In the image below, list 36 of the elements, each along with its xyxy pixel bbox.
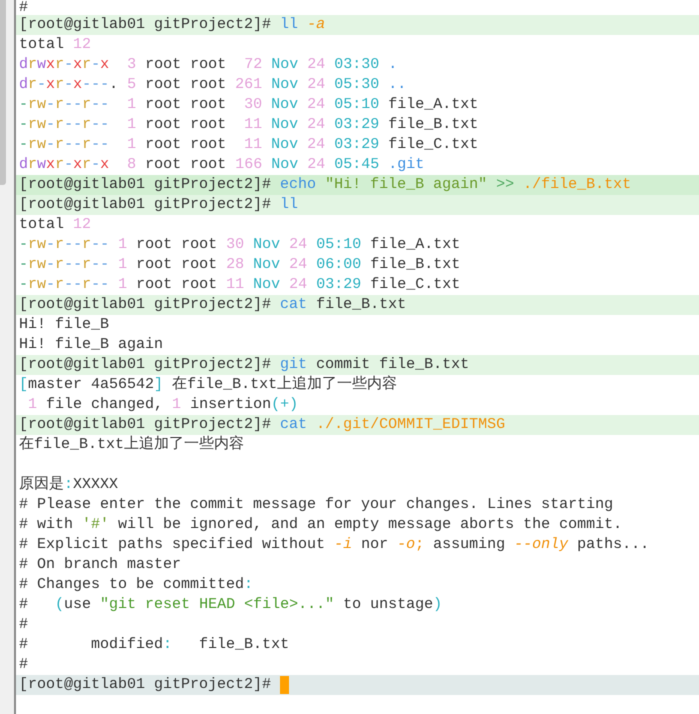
terminal-output: # Please enter the commit message for your changes. Lines starting xyxy=(19,495,614,515)
terminal-output: # xyxy=(19,615,28,635)
scrollbar-thumb[interactable] xyxy=(0,0,6,185)
terminal-output: drwxr-xr-x 8 root root 166 Nov 24 05:45 .git xyxy=(19,155,424,175)
terminal-output: # On branch master xyxy=(19,555,182,575)
terminal-output: total 12 xyxy=(19,35,92,55)
terminal-output: # modified: file_B.txt xyxy=(19,635,290,655)
command-line: [root@gitlab01 gitProject2]# git commit file_B.txt xyxy=(19,355,470,375)
terminal-output: -rw-r--r-- 1 root root 28 Nov 24 06:00 file_B.txt xyxy=(19,255,460,275)
terminal-output: 在file_B.txt上追加了一些内容 xyxy=(19,435,244,455)
command-line: [root@gitlab01 gitProject2]# ll -a xyxy=(19,15,326,35)
terminal-output: drwxr-xr-x 3 root root 72 Nov 24 03:30 . xyxy=(19,55,398,75)
terminal-output: -rw-r--r-- 1 root root 30 Nov 24 05:10 file_A.txt xyxy=(19,235,460,255)
terminal-output: -rw-r--r-- 1 root root 30 Nov 24 05:10 file_A.txt xyxy=(19,95,478,115)
terminal-output: # Changes to be committed: xyxy=(19,575,254,595)
terminal-output: -rw-r--r-- 1 root root 11 Nov 24 03:29 file_B.txt xyxy=(19,115,478,135)
terminal-output: total 12 xyxy=(19,215,92,235)
terminal-output: # with '#' will be ignored, and an empty message aborts the commit. xyxy=(19,515,622,535)
terminal-output: # xyxy=(19,655,28,675)
command-line: [root@gitlab01 gitProject2]# cat file_B.txt xyxy=(19,295,406,315)
terminal-output: dr-xr-x---. 5 root root 261 Nov 24 05:30 .. xyxy=(19,75,406,95)
terminal-output: Hi! file_B xyxy=(19,315,110,335)
cursor xyxy=(280,676,290,694)
terminal-output: # xyxy=(19,0,28,15)
command-line: [root@gitlab01 gitProject2]# xyxy=(19,675,272,695)
terminal-output: [master 4a56542] 在file_B.txt上追加了一些内容 xyxy=(19,375,398,395)
terminal-output: -rw-r--r-- 1 root root 11 Nov 24 03:29 file_C.txt xyxy=(19,275,460,295)
command-line: [root@gitlab01 gitProject2]# echo "Hi! file_B again" >> ./file_B.txt xyxy=(19,175,632,195)
terminal-output: 原因是:XXXXX xyxy=(19,475,118,495)
terminal-output: Hi! file_B again xyxy=(19,335,164,355)
terminal-output: -rw-r--r-- 1 root root 11 Nov 24 03:29 file_C.txt xyxy=(19,135,478,155)
terminal-output: 1 file changed, 1 insertion(+) xyxy=(27,395,298,415)
command-line: [root@gitlab01 gitProject2]# ll xyxy=(19,195,298,215)
terminal-output: # Explicit paths specified without -i nor -o; assuming --only paths... xyxy=(19,535,650,555)
terminal-output: # (use "git reset HEAD <file>..." to unstage) xyxy=(19,595,442,615)
command-line: [root@gitlab01 gitProject2]# cat ./.git/COMMIT_EDITMSG xyxy=(19,415,506,435)
